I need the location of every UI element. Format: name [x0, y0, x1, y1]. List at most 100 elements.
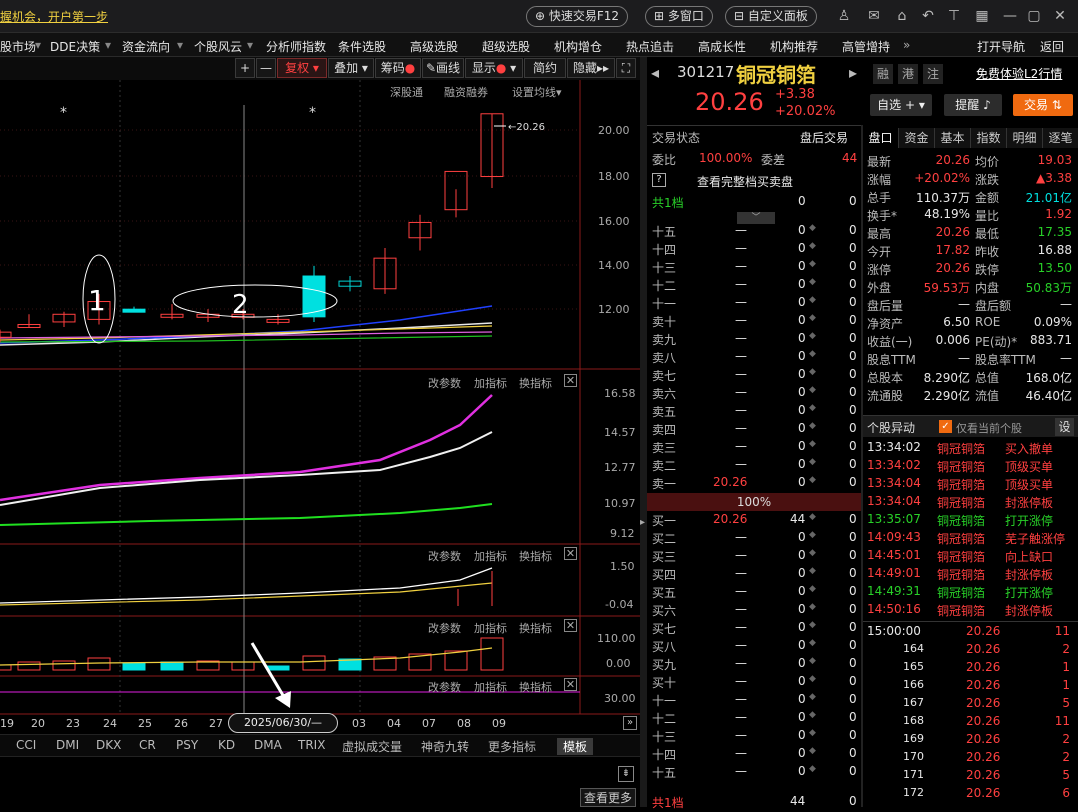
scroll-right-icon[interactable]: » — [623, 716, 637, 730]
quote-tab[interactable]: 指数 — [971, 128, 1007, 148]
indicator-tab[interactable]: 神奇九转 — [421, 738, 469, 755]
add-indicator-button[interactable]: 加指标 — [474, 375, 507, 391]
modify-params-button[interactable]: 改参数 — [428, 548, 461, 564]
mover-row[interactable]: 13:34:02 铜冠铜箔 顶级买单 — [863, 458, 1078, 476]
quote-tab[interactable]: 基本 — [935, 128, 971, 148]
maximize-icon[interactable]: ▢ — [1026, 8, 1042, 24]
ask-row[interactable]: 卖二 —0 ◆ 0 — [647, 457, 861, 475]
shengutong-link[interactable]: 深股通 — [390, 84, 423, 100]
ask-row[interactable]: 卖九 —0 ◆ 0 — [647, 331, 861, 349]
indicator-tab[interactable]: 虚拟成交量 — [342, 738, 402, 755]
menu-item[interactable]: 资金流向 — [122, 38, 170, 55]
indicator-tab[interactable]: DMI — [56, 738, 79, 752]
ask-row[interactable]: 卖八 —0 ◆ 0 — [647, 349, 861, 367]
add-watchlist-button[interactable]: 自选 + ▾ — [870, 94, 932, 116]
add-indicator-button[interactable]: 加指标 — [474, 679, 507, 695]
fuquan-button[interactable]: 复权 ▾ — [277, 58, 327, 78]
bid-row[interactable]: 十五 —0 ◆ 0 — [647, 764, 861, 782]
close-pane-icon[interactable]: ✕ — [564, 619, 577, 632]
menu-item[interactable]: 热点追击 — [626, 38, 674, 55]
chips-button[interactable]: 筹码● — [375, 58, 421, 78]
draw-line-button[interactable]: ✎画线 — [422, 58, 464, 78]
bid-row[interactable]: 十一 —0 ◆ 0 — [647, 692, 861, 710]
close-pane-icon[interactable]: ✕ — [564, 547, 577, 560]
add-indicator-button[interactable]: 加指标 — [474, 620, 507, 636]
switch-indicator-button[interactable]: 换指标 — [519, 375, 552, 391]
simple-button[interactable]: 简约 — [524, 58, 566, 78]
mover-row[interactable]: 13:34:04 铜冠铜箔 顶级买单 — [863, 476, 1078, 494]
ask-row[interactable]: 卖四 —0 ◆ 0 — [647, 421, 861, 439]
view-more-button[interactable]: 查看更多 — [580, 788, 637, 807]
bid-row[interactable]: 买五 —0 ◆ 0 — [647, 584, 861, 602]
custom-panel-button[interactable]: ⊟ 自定义面板 — [725, 6, 817, 27]
switch-indicator-button[interactable]: 换指标 — [519, 679, 552, 695]
zoom-out-button[interactable]: — — [256, 58, 276, 78]
user-icon[interactable]: ♙ — [836, 8, 852, 24]
ask-row[interactable]: 十四 —0 ◆ 0 — [647, 241, 861, 259]
hide-button[interactable]: 隐藏▸▸ — [567, 58, 615, 78]
l2-trial-link[interactable]: 免费体验L2行情 — [976, 65, 1062, 82]
quote-tab[interactable]: 逐笔 — [1043, 128, 1078, 148]
alert-button[interactable]: 提醒 ♪ — [944, 94, 1002, 116]
switch-indicator-button[interactable]: 换指标 — [519, 548, 552, 564]
back-icon[interactable]: ↶ — [920, 8, 936, 24]
mover-row[interactable]: 13:34:04 铜冠铜箔 封涨停板 — [863, 494, 1078, 512]
menu-item[interactable]: 分析师指数 — [266, 38, 326, 55]
menu-item[interactable]: 高级选股 — [410, 38, 458, 55]
movers-settings-button[interactable]: 设 — [1055, 418, 1074, 436]
ask-row[interactable]: 卖七 —0 ◆ 0 — [647, 367, 861, 385]
full-orderbook-link[interactable]: 查看完整档买卖盘 — [697, 173, 793, 191]
switch-indicator-button[interactable]: 换指标 — [519, 620, 552, 636]
next-stock-icon[interactable]: ▸ — [849, 63, 857, 82]
bid-row[interactable]: 买六 —0 ◆ 0 — [647, 602, 861, 620]
ask-row[interactable]: 十三 —0 ◆ 0 — [647, 259, 861, 277]
indicator-tab[interactable]: 更多指标 — [488, 738, 536, 755]
add-indicator-button[interactable]: 加指标 — [474, 548, 507, 564]
overlay-button[interactable]: 叠加 ▾ — [328, 58, 374, 78]
bid-row[interactable]: 十四 —0 ◆ 0 — [647, 746, 861, 764]
mover-row[interactable]: 14:49:31 铜冠铜箔 打开涨停 — [863, 584, 1078, 602]
close-pane-icon[interactable]: ✕ — [564, 678, 577, 691]
multi-window-button[interactable]: ⊞ 多窗口 — [645, 6, 713, 27]
menu-item[interactable]: 高成长性 — [698, 38, 746, 55]
indicator-tab[interactable]: PSY — [176, 738, 198, 752]
bid-row[interactable]: 买十 —0 ◆ 0 — [647, 674, 861, 692]
ask-row[interactable]: 卖一 20.26 0 ◆ 0 — [647, 475, 861, 493]
rongzi-link[interactable]: 融资融券 — [444, 84, 488, 100]
modify-params-button[interactable]: 改参数 — [428, 679, 461, 695]
ask-row[interactable]: 卖十 —0 ◆ 0 — [647, 313, 861, 331]
indicator-tab[interactable]: DMA — [254, 738, 282, 752]
indicator-tab[interactable]: CCI — [16, 738, 36, 752]
close-icon[interactable]: ✕ — [1052, 8, 1068, 24]
skin-icon[interactable]: ⊤ — [946, 8, 962, 24]
menu-item[interactable]: 个股风云 — [194, 38, 242, 55]
menu-item[interactable]: 机构推荐 — [770, 38, 818, 55]
indicator-tab[interactable]: DKX — [96, 738, 121, 752]
help-icon[interactable]: ? — [652, 173, 666, 187]
only-current-checkbox[interactable]: ✓ — [939, 420, 952, 433]
ask-row[interactable]: 卖五 —0 ◆ 0 — [647, 403, 861, 421]
bid-row[interactable]: 买一 20.26 44 ◆ 0 — [647, 512, 861, 530]
menu-item[interactable]: 超级选股 — [482, 38, 530, 55]
menu-item[interactable]: 条件选股 — [338, 38, 386, 55]
ma-settings-link[interactable]: 设置均线▾ — [512, 84, 562, 100]
bid-row[interactable]: 买三 —0 ◆ 0 — [647, 548, 861, 566]
quote-tab[interactable]: 明细 — [1007, 128, 1043, 148]
indicator-tab[interactable]: CR — [139, 738, 156, 752]
quote-tab[interactable]: 资金 — [899, 128, 935, 148]
mover-row[interactable]: 13:34:02 铜冠铜箔 买入撤单 — [863, 440, 1078, 458]
menu-item[interactable]: 打开导航 — [977, 38, 1025, 55]
prev-stock-icon[interactable]: ◂ — [651, 63, 659, 82]
bid-row[interactable]: 买四 —0 ◆ 0 — [647, 566, 861, 584]
indicator-tab[interactable]: TRIX — [298, 738, 325, 752]
grid-icon[interactable]: ▦ — [974, 8, 990, 24]
menu-item[interactable]: 返回 — [1040, 38, 1064, 55]
indicator-tab[interactable]: KD — [218, 738, 235, 752]
quote-tab[interactable]: 盘口 — [863, 128, 899, 148]
bid-row[interactable]: 买九 —0 ◆ 0 — [647, 656, 861, 674]
display-button[interactable]: 显示● ▾ — [465, 58, 523, 78]
panel-divider[interactable]: ▸ — [640, 57, 647, 807]
home-icon[interactable]: ⌂ — [894, 8, 910, 24]
menu-item[interactable]: 股市场 — [0, 38, 36, 55]
bid-row[interactable]: 十三 —0 ◆ 0 — [647, 728, 861, 746]
